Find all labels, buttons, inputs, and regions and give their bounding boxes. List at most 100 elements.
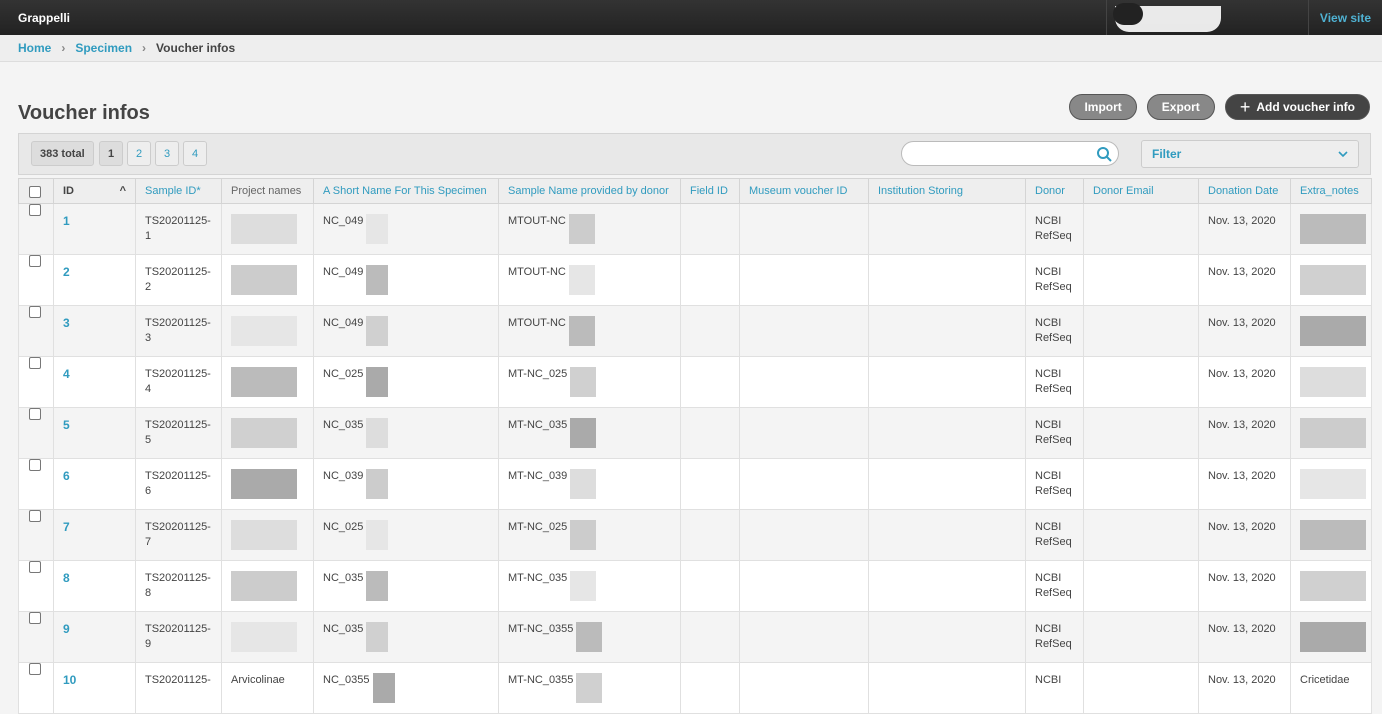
row-checkbox[interactable] [29,459,41,471]
cell-museum-voucher-id [739,509,869,561]
cell-museum-voucher-id [739,203,869,255]
page-4[interactable]: 4 [183,141,207,166]
redacted-block [568,214,595,244]
row-checkbox[interactable] [29,612,41,624]
import-button[interactable]: Import [1069,94,1137,120]
redacted-block [231,469,297,499]
cell-sample-id: TS20201125-5 [135,407,222,459]
col-donation-date[interactable]: Donation Date [1198,178,1291,204]
cell-museum-voucher-id [739,407,869,459]
cell-donor-sample-name: MT-NC_025 [498,356,681,408]
table-row[interactable]: 9 TS20201125-9 NC_035 MT-NC_0355 NCBI RefS… [18,611,1372,663]
redacted-block [1300,469,1366,499]
row-select [18,356,54,408]
row-checkbox[interactable] [29,663,41,675]
col-institution-storing[interactable]: Institution Storing [868,178,1026,204]
cell-short-name: NC_035 [313,611,499,663]
cell-field-id [680,305,740,357]
table-row[interactable]: 4 TS20201125-4 NC_025 MT-NC_025 NCBI RefSe… [18,356,1372,408]
select-all-checkbox[interactable] [29,186,41,198]
cell-donor-email [1083,356,1199,408]
col-museum-voucher-id[interactable]: Museum voucher ID [739,178,869,204]
col-field-id[interactable]: Field ID [680,178,740,204]
search-icon[interactable] [1096,146,1112,162]
cell-institution-storing [868,458,1026,510]
row-id-link[interactable]: 4 [63,367,70,381]
row-id-link[interactable]: 10 [63,673,76,687]
export-button[interactable]: Export [1146,94,1215,120]
row-select [18,203,54,255]
page-2[interactable]: 2 [127,141,151,166]
row-checkbox[interactable] [29,204,41,216]
add-voucher-info-button[interactable]: + Add voucher info [1224,94,1370,120]
cell-id: 8 [53,560,136,612]
row-id-link[interactable]: 3 [63,316,70,330]
cell-donation-date: Nov. 13, 2020 [1198,407,1291,459]
cell-donor-sample-name: MTOUT-NC [498,305,681,357]
table-row[interactable]: 1 TS20201125-1 NC_049 MTOUT-NC NCBI RefSeq… [18,203,1372,255]
cell-donor-email [1083,509,1199,561]
breadcrumb-current: Voucher infos [156,41,236,55]
breadcrumb-specimen[interactable]: Specimen [75,41,132,55]
row-id-link[interactable]: 5 [63,418,70,432]
cell-museum-voucher-id [739,560,869,612]
chevron-right-icon: › [142,41,147,55]
cell-short-name: NC_0355 [313,662,499,714]
row-id-link[interactable]: 7 [63,520,70,534]
cell-field-id [680,407,740,459]
filter-dropdown[interactable]: Filter [1141,140,1359,168]
search-input[interactable] [901,141,1119,166]
cell-museum-voucher-id [739,254,869,306]
row-checkbox[interactable] [29,408,41,420]
cell-museum-voucher-id [739,662,869,714]
cell-institution-storing [868,407,1026,459]
cell-short-name: NC_049 [313,203,499,255]
cell-donor: NCBI RefSeq [1025,458,1084,510]
row-checkbox[interactable] [29,306,41,318]
row-checkbox[interactable] [29,510,41,522]
cell-field-id [680,560,740,612]
row-checkbox[interactable] [29,561,41,573]
col-sample-id[interactable]: Sample ID* [135,178,222,204]
cell-short-name: NC_035 [313,407,499,459]
header-row: ID ^ Sample ID* Project names A Short Nam… [18,178,1372,204]
col-donor[interactable]: Donor [1025,178,1084,204]
cell-project-names [221,458,314,510]
redacted-block [570,571,597,601]
row-id-link[interactable]: 8 [63,571,70,585]
table-row[interactable]: 2 TS20201125-2 NC_049 MTOUT-NC NCBI RefSeq… [18,254,1372,306]
brand-logo[interactable]: Grappelli [0,11,1106,25]
cell-donor: NCBI RefSeq [1025,407,1084,459]
user-menu[interactable] [1106,0,1308,35]
sort-asc-icon[interactable]: ^ [120,185,126,197]
table-row[interactable]: 6 TS20201125-6 NC_039 MT-NC_039 NCBI RefSe… [18,458,1372,510]
row-checkbox[interactable] [29,357,41,369]
table-row[interactable]: 10 TS20201125- Arvicolinae NC_0355 MT-NC_03… [18,662,1372,714]
row-id-link[interactable]: 1 [63,214,70,228]
col-id[interactable]: ID ^ [53,178,136,204]
col-short-name[interactable]: A Short Name For This Specimen [313,178,499,204]
redacted-block [1300,214,1366,244]
table-row[interactable]: 8 TS20201125-8 NC_035 MT-NC_035 NCBI RefSe… [18,560,1372,612]
row-id-link[interactable]: 9 [63,622,70,636]
col-extra-notes[interactable]: Extra_notes [1290,178,1372,204]
redacted-block [366,316,389,346]
table-row[interactable]: 7 TS20201125-7 NC_025 MT-NC_025 NCBI RefSe… [18,509,1372,561]
row-id-link[interactable]: 6 [63,469,70,483]
page-3[interactable]: 3 [155,141,179,166]
breadcrumb-home[interactable]: Home [18,41,51,55]
row-checkbox[interactable] [29,255,41,267]
table-row[interactable]: 3 TS20201125-3 NC_049 MTOUT-NC NCBI RefSeq… [18,305,1372,357]
cell-museum-voucher-id [739,356,869,408]
view-site-link[interactable]: View site [1308,0,1382,35]
col-sample-name-donor[interactable]: Sample Name provided by donor [498,178,681,204]
row-id-link[interactable]: 2 [63,265,70,279]
cell-donor-sample-name: MT-NC_039 [498,458,681,510]
col-donor-email[interactable]: Donor Email [1083,178,1199,204]
redacted-block [231,520,297,550]
breadcrumb: Home › Specimen › Voucher infos [0,35,1382,62]
cell-id: 5 [53,407,136,459]
cell-donation-date: Nov. 13, 2020 [1198,254,1291,306]
cell-donation-date: Nov. 13, 2020 [1198,611,1291,663]
table-row[interactable]: 5 TS20201125-5 NC_035 MT-NC_035 NCBI RefSe… [18,407,1372,459]
